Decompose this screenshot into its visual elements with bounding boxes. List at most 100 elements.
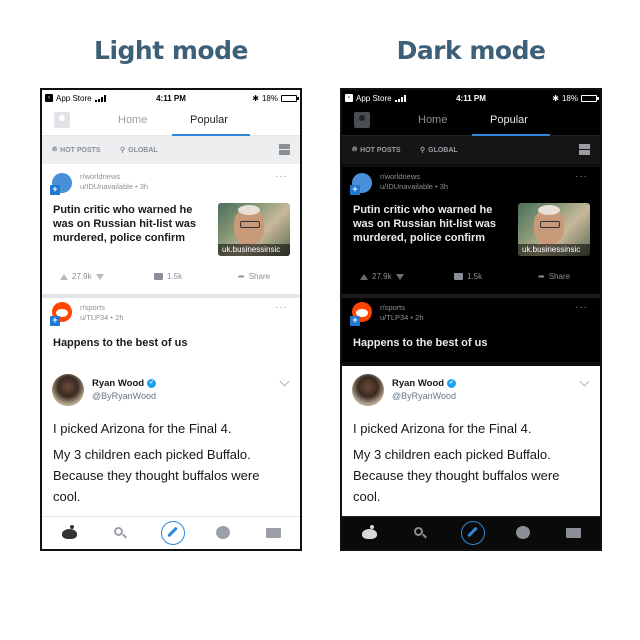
tweet-author[interactable]: Ryan Wood ✓ <box>92 378 157 389</box>
sort-filter[interactable]: 🔥︎ HOT POSTS <box>352 146 401 154</box>
phone-dark: ‹ App Store 4:11 PM ✱ 18% Home Popular 🔥… <box>340 88 602 551</box>
post-actions: 27.9k 1.5k ➦ Share <box>42 270 300 284</box>
embedded-tweet[interactable]: Ryan Wood ✓ @ByRyanWood I picked Arizona … <box>342 366 600 516</box>
location-filter[interactable]: ⚲ GLOBAL <box>120 146 158 155</box>
post-title[interactable]: Happens to the best of us <box>53 337 187 349</box>
tab-home[interactable]: Home <box>418 114 447 126</box>
tweet-text-line2: My 3 children each picked Buffalo. Becau… <box>353 447 560 504</box>
dark-mode-title: Dark mode <box>396 36 546 65</box>
search-icon[interactable] <box>413 526 427 540</box>
search-icon[interactable] <box>113 526 127 540</box>
chevron-down-icon[interactable] <box>579 376 590 387</box>
upvote-icon[interactable] <box>360 273 368 280</box>
sort-label: HOT POSTS <box>360 146 401 154</box>
chat-icon[interactable] <box>516 526 530 540</box>
more-options-icon[interactable]: ··· <box>275 171 288 182</box>
top-nav: Home Popular <box>42 106 300 136</box>
location-filter[interactable]: ⚲ GLOBAL <box>420 146 458 155</box>
post-card[interactable]: + r/worldnews u/IDUnavailable • 3h ··· P… <box>342 167 600 294</box>
comments-button[interactable]: 1.5k <box>154 272 182 281</box>
post-title[interactable]: Putin critic who warned he was on Russia… <box>53 203 208 245</box>
compose-icon[interactable] <box>461 521 485 545</box>
subreddit-name[interactable]: r/sports <box>380 303 424 313</box>
mail-icon[interactable] <box>566 526 581 540</box>
signal-icon <box>94 94 106 102</box>
tab-popular[interactable]: Popular <box>190 114 228 126</box>
join-button[interactable]: + <box>350 185 360 195</box>
post-card[interactable]: + r/sports u/TLP34 • 2h ··· Happens to t… <box>342 298 600 362</box>
embedded-tweet[interactable]: Ryan Wood ✓ @ByRyanWood I picked Arizona … <box>42 366 300 516</box>
post-thumbnail[interactable]: uk.businessinsic <box>218 203 290 256</box>
vote-count: 27.9k <box>372 272 392 281</box>
home-icon[interactable] <box>62 525 77 540</box>
bottom-tab-bar <box>342 516 600 549</box>
thumbnail-caption: uk.businessinsic <box>518 244 590 256</box>
join-button[interactable]: + <box>350 316 360 326</box>
subreddit-name[interactable]: r/worldnews <box>380 172 448 182</box>
join-button[interactable]: + <box>50 316 60 326</box>
more-options-icon[interactable]: ··· <box>575 171 588 182</box>
post-title[interactable]: Putin critic who warned he was on Russia… <box>353 203 508 245</box>
tweet-handle[interactable]: @ByRyanWood <box>92 391 156 401</box>
vote-count: 27.9k <box>72 272 92 281</box>
post-author[interactable]: u/IDUnavailable • 3h <box>380 182 448 192</box>
post-card[interactable]: + r/worldnews u/IDUnavailable • 3h ··· P… <box>42 167 300 294</box>
post-title[interactable]: Happens to the best of us <box>353 337 487 349</box>
verified-icon: ✓ <box>147 379 157 388</box>
profile-avatar[interactable] <box>354 112 370 128</box>
share-label: Share <box>248 272 271 281</box>
more-options-icon[interactable]: ··· <box>275 302 288 313</box>
back-icon[interactable]: ‹ <box>45 94 53 102</box>
battery-label: 18% <box>561 93 578 103</box>
post-meta: r/sports u/TLP34 • 2h <box>80 303 124 323</box>
pin-icon: ⚲ <box>120 147 126 154</box>
more-options-icon[interactable]: ··· <box>575 302 588 313</box>
mail-icon[interactable] <box>266 526 281 540</box>
post-thumbnail[interactable]: uk.businessinsic <box>518 203 590 256</box>
bluetooth-icon: ✱ <box>252 93 259 103</box>
upvote-icon[interactable] <box>60 273 68 280</box>
tweet-author[interactable]: Ryan Wood ✓ <box>392 378 457 389</box>
chevron-down-icon[interactable] <box>279 376 290 387</box>
battery-label: 18% <box>261 93 278 103</box>
sort-label: HOT POSTS <box>60 146 101 154</box>
tweet-avatar[interactable] <box>352 374 384 406</box>
join-button[interactable]: + <box>50 185 60 195</box>
home-icon[interactable] <box>362 525 377 540</box>
card-layout-icon[interactable] <box>279 144 290 155</box>
carrier-label: App Store <box>56 93 92 103</box>
tweet-author-name: Ryan Wood <box>92 378 145 389</box>
subreddit-name[interactable]: r/worldnews <box>80 172 148 182</box>
chat-icon[interactable] <box>216 526 230 540</box>
post-author[interactable]: u/TLP34 • 2h <box>380 313 424 323</box>
battery-icon <box>281 94 299 102</box>
back-icon[interactable]: ‹ <box>345 94 353 102</box>
post-author[interactable]: u/IDUnavailable • 3h <box>80 182 148 192</box>
thumbnail-photo <box>234 205 264 245</box>
tab-popular[interactable]: Popular <box>490 114 528 126</box>
tab-home[interactable]: Home <box>118 114 147 126</box>
vote-control: 27.9k <box>60 272 104 281</box>
share-button[interactable]: ➦ Share <box>238 272 270 281</box>
tweet-avatar[interactable] <box>52 374 84 406</box>
card-layout-icon[interactable] <box>579 144 590 155</box>
compose-icon[interactable] <box>161 521 185 545</box>
subreddit-name[interactable]: r/sports <box>80 303 124 313</box>
post-actions: 27.9k 1.5k ➦ Share <box>342 270 600 284</box>
downvote-icon[interactable] <box>395 273 404 280</box>
comments-button[interactable]: 1.5k <box>454 272 482 281</box>
post-card[interactable]: + r/sports u/TLP34 • 2h ··· Happens to t… <box>42 298 300 362</box>
downvote-icon[interactable] <box>95 273 104 280</box>
post-meta: r/worldnews u/IDUnavailable • 3h <box>80 172 148 192</box>
post-meta: r/worldnews u/IDUnavailable • 3h <box>380 172 448 192</box>
post-author[interactable]: u/TLP34 • 2h <box>80 313 124 323</box>
verified-icon: ✓ <box>447 379 457 388</box>
status-bar: ‹ App Store 4:11 PM ✱ 18% <box>42 90 300 106</box>
tweet-handle[interactable]: @ByRyanWood <box>392 391 456 401</box>
bluetooth-icon: ✱ <box>552 93 559 103</box>
profile-avatar[interactable] <box>54 112 70 128</box>
sort-filter[interactable]: 🔥︎ HOT POSTS <box>52 146 101 154</box>
comment-count: 1.5k <box>167 272 183 281</box>
location-label: GLOBAL <box>128 146 158 154</box>
share-button[interactable]: ➦ Share <box>538 272 570 281</box>
